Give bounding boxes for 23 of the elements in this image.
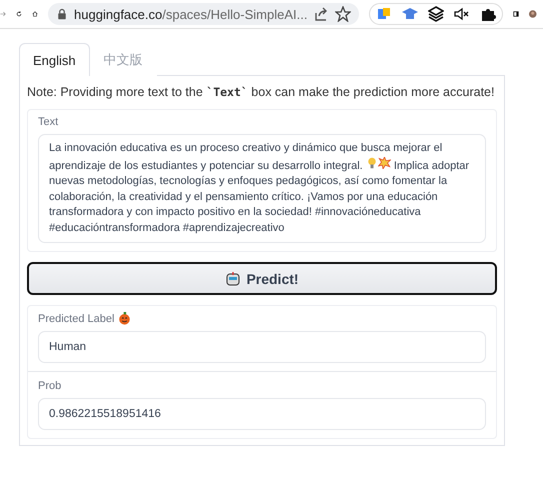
text-field[interactable]: La innovación educativa es un proceso creativo y dinámico que busca mejorar el aprendizaje de los estudiantes y potenciar su desarrollo integral. Implica adoptar nuevas metodologías, tecnologías y enfoques pedagógicos, así como fomentar la colaboración, la creatividad y el pensamiento crítico. ¡Vamos por una educación transformadora y con impacto positivo en la sociedad! #innovacióneducativa #educacióntransformadora #aprendizajecreativo	[38, 134, 486, 243]
layers-icon[interactable]	[428, 6, 444, 22]
extension-icon[interactable]	[376, 6, 392, 22]
output-field: 0.9862215518951416	[38, 398, 486, 430]
address-bar[interactable]: huggingface.co/spaces/Hello-SimpleAI...	[48, 3, 360, 25]
pumpkin-icon	[118, 312, 132, 325]
share-icon[interactable]	[313, 6, 330, 22]
lock-icon	[56, 8, 68, 20]
puzzle-icon[interactable]	[480, 6, 496, 22]
field-label: Predicted Label	[38, 312, 114, 324]
output-field: Human	[38, 331, 486, 363]
lightbulb-icon	[366, 156, 378, 168]
robot-icon	[225, 270, 242, 286]
muted-speaker-icon[interactable]	[454, 6, 470, 22]
field-label: Prob	[38, 380, 62, 392]
graduation-cap-icon[interactable]	[402, 6, 418, 22]
tab[interactable]: English	[19, 43, 90, 76]
burst-icon	[378, 156, 391, 168]
url-text: huggingface.co/spaces/Hello-SimpleAI...	[74, 6, 308, 22]
field-label: Text	[38, 116, 60, 128]
note-text: Note: Providing more text to the `Text` box can make the prediction more accurate!	[27, 85, 496, 99]
predict-button[interactable]: Predict!	[27, 262, 497, 295]
star-icon[interactable]	[335, 6, 352, 22]
